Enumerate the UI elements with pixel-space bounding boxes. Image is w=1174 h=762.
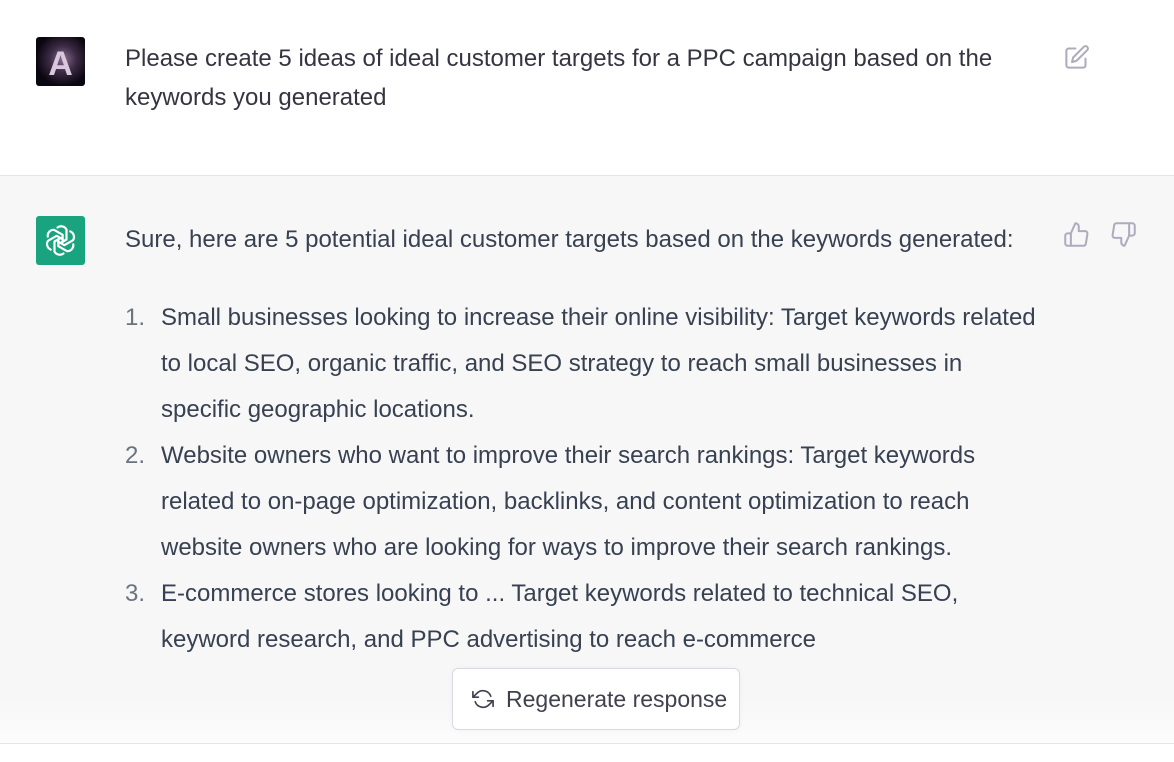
list-item-number: 1. bbox=[125, 304, 146, 331]
list-item: 1. Small businesses looking to increase … bbox=[125, 295, 1045, 433]
customer-targets-list: 1. Small businesses looking to increase … bbox=[125, 295, 1045, 663]
list-item: 2. Website owners who want to improve th… bbox=[125, 433, 1045, 571]
thumbs-down-icon[interactable] bbox=[1110, 221, 1137, 248]
assistant-avatar bbox=[36, 216, 85, 265]
edit-icon[interactable] bbox=[1063, 44, 1090, 71]
regenerate-response-label: Regenerate response bbox=[506, 685, 728, 712]
user-avatar: A bbox=[36, 37, 85, 86]
user-message-text: Please create 5 ideas of ideal customer … bbox=[125, 45, 993, 111]
openai-logo-icon bbox=[45, 225, 76, 256]
list-item-text: E-commerce stores looking to ... Target … bbox=[161, 580, 959, 653]
user-message: A Please create 5 ideas of ideal custome… bbox=[0, 0, 1174, 176]
assistant-intro-text: Sure, here are 5 potential ideal custome… bbox=[125, 226, 1014, 253]
input-area-edge bbox=[0, 743, 1174, 762]
refresh-icon bbox=[472, 689, 494, 709]
list-item: 3. E-commerce stores looking to ... Targ… bbox=[125, 571, 1045, 663]
regenerate-response-button[interactable]: Regenerate response bbox=[452, 668, 740, 730]
list-item-text: Website owners who want to improve their… bbox=[161, 442, 976, 561]
list-item-number: 3. bbox=[125, 580, 146, 607]
list-item-text: Small businesses looking to increase the… bbox=[161, 304, 1036, 423]
user-avatar-letter-icon: A bbox=[48, 45, 73, 83]
assistant-message-content: Sure, here are 5 potential ideal custome… bbox=[125, 217, 1045, 663]
list-item-number: 2. bbox=[125, 442, 146, 469]
thumbs-up-icon[interactable] bbox=[1063, 221, 1090, 248]
svg-text:A: A bbox=[48, 45, 73, 83]
